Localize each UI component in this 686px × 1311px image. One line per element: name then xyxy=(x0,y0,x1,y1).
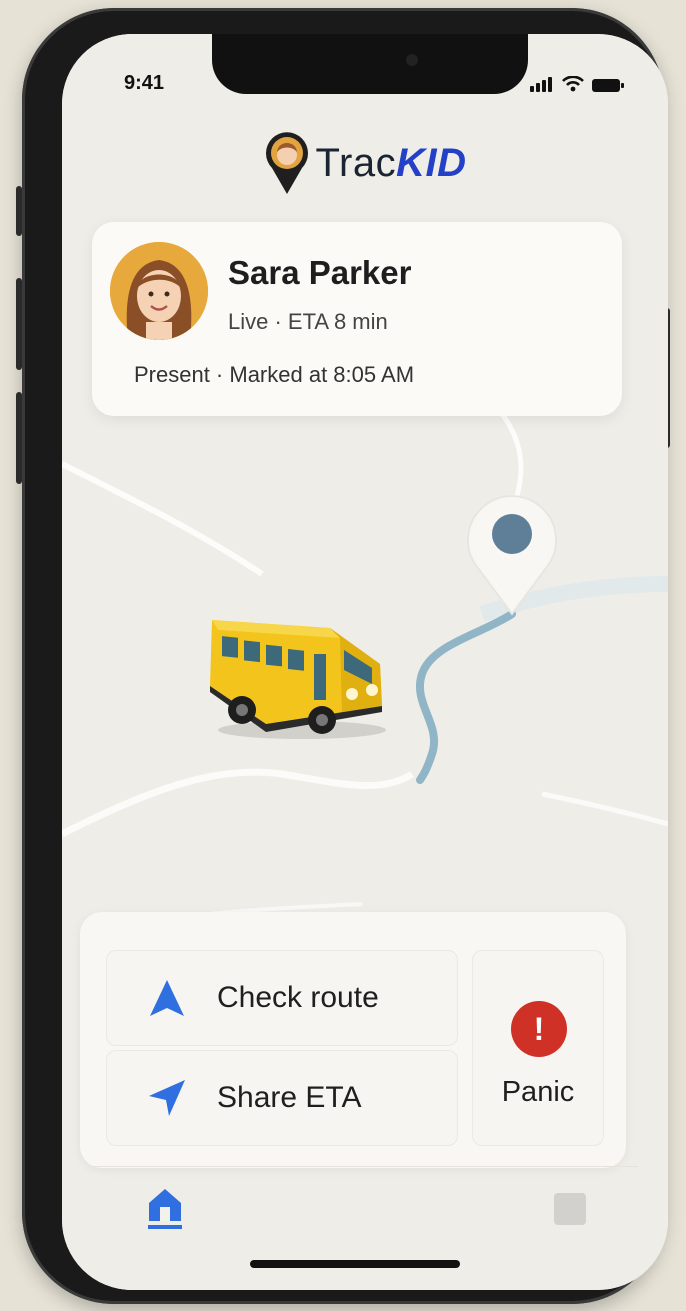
app-name-prefix: Trac xyxy=(315,140,397,185)
mute-switch xyxy=(16,186,22,236)
share-eta-button[interactable]: Share ETA xyxy=(106,1050,458,1146)
panic-button[interactable]: ! Panic xyxy=(472,950,604,1146)
app-logo: TracKID xyxy=(62,132,668,194)
screen: 9:41 TracKID Sara Parker Live · ETA 8 mi… xyxy=(62,34,668,1290)
status-time: 9:41 xyxy=(124,72,165,94)
check-route-label: Check route xyxy=(217,981,379,1014)
app-name-suffix: KID xyxy=(396,140,467,185)
attendance-status: Present · Marked at 8:05 AM xyxy=(134,362,415,387)
actions-panel: Check route Share ETA ! Panic xyxy=(80,912,626,1168)
navigation-arrow-icon xyxy=(147,978,187,1018)
notch xyxy=(212,34,528,94)
panic-label: Panic xyxy=(501,1076,575,1108)
home-icon[interactable] xyxy=(146,1185,184,1231)
phone-frame: 9:41 TracKID Sara Parker Live · ETA 8 mi… xyxy=(16,8,670,1304)
status-icons xyxy=(530,74,624,92)
child-name: Sara Parker xyxy=(228,254,412,291)
tab-bar xyxy=(92,1166,638,1251)
volume-up-button xyxy=(16,278,22,370)
square-icon[interactable] xyxy=(554,1193,586,1225)
share-eta-label: Share ETA xyxy=(217,1081,362,1114)
child-card[interactable]: Sara Parker Live · ETA 8 min Present · M… xyxy=(92,222,622,416)
destination-pin-icon[interactable] xyxy=(460,482,564,616)
avatar xyxy=(110,242,208,340)
check-route-button[interactable]: Check route xyxy=(106,950,458,1046)
child-live-status: Live · ETA 8 min xyxy=(228,309,388,334)
battery-icon xyxy=(592,79,624,92)
wifi-icon xyxy=(562,76,584,92)
child-pin-icon xyxy=(265,132,308,194)
signal-icon xyxy=(530,74,554,92)
home-indicator xyxy=(250,1260,460,1268)
alert-icon: ! xyxy=(511,1001,567,1057)
app-name: TracKID xyxy=(316,141,467,186)
volume-down-button xyxy=(16,392,22,484)
location-arrow-icon xyxy=(147,1078,187,1118)
school-bus-icon[interactable] xyxy=(202,594,392,744)
